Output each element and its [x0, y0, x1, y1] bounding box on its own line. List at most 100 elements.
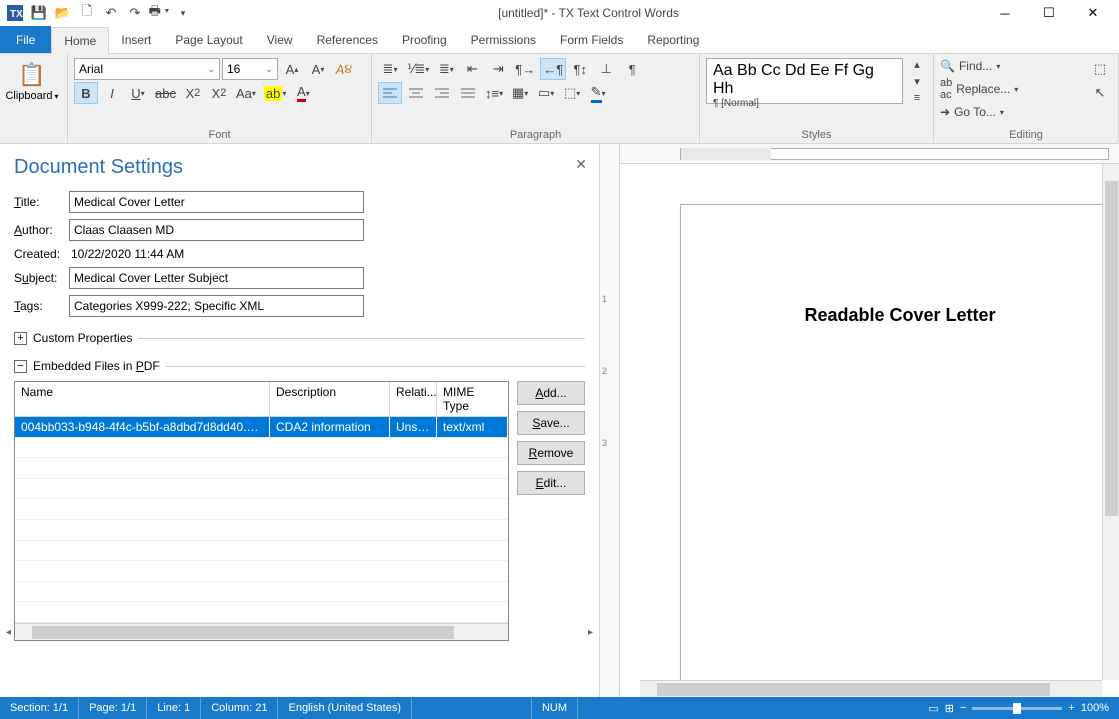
superscript-button[interactable]: X2 — [207, 82, 231, 104]
decrease-indent-button[interactable]: ⇤ — [460, 58, 484, 80]
status-section[interactable]: Section: 1/1 — [0, 697, 79, 719]
edit-button[interactable]: Edit... — [517, 471, 585, 495]
align-right-button[interactable] — [430, 82, 454, 104]
shading-button[interactable]: ▦ ▾ — [508, 82, 532, 104]
style-more-icon[interactable]: ≡ — [907, 91, 927, 105]
align-justify-button[interactable] — [456, 82, 480, 104]
status-line[interactable]: Line: 1 — [147, 697, 201, 719]
status-num[interactable]: NUM — [532, 697, 578, 719]
view-page-icon[interactable]: ▭ — [928, 702, 938, 715]
strike-button[interactable]: abc — [152, 82, 179, 104]
add-button[interactable]: Add... — [517, 381, 585, 405]
rtl-button[interactable]: ←¶ — [540, 58, 566, 80]
document-page[interactable]: Readable Cover Letter — [680, 204, 1119, 697]
status-page[interactable]: Page: 1/1 — [79, 697, 147, 719]
align-left-button[interactable] — [378, 82, 402, 104]
custom-props-header[interactable]: +Custom Properties — [14, 331, 585, 345]
zoom-out-button[interactable]: − — [960, 702, 966, 714]
change-case-button[interactable]: Aa ▾ — [233, 82, 259, 104]
vertical-ruler[interactable]: 123 — [600, 144, 620, 697]
close-button[interactable]: ✕ — [1071, 0, 1115, 26]
grid-body[interactable]: 004bb033-b948-4f4c-b5bf-a8dbd7d8dd40.xml… — [15, 417, 508, 623]
zoom-value[interactable]: 100% — [1081, 702, 1109, 714]
show-marks-button[interactable]: ¶ — [620, 58, 644, 80]
find-button[interactable]: 🔍Find... ▾ — [940, 58, 1084, 74]
scroll-thumb[interactable] — [657, 683, 1050, 696]
document-viewport[interactable]: Readable Cover Letter — [620, 144, 1119, 697]
style-down-icon[interactable]: ▾ — [907, 74, 927, 89]
tab-proofing[interactable]: Proofing — [390, 26, 459, 53]
maximize-button[interactable]: ☐ — [1027, 0, 1071, 26]
font-name-combo[interactable]: Arial⌄ — [74, 58, 220, 80]
sort-button[interactable]: ¶↕ — [568, 58, 592, 80]
scroll-left-icon[interactable]: ◂ — [14, 624, 17, 641]
col-name[interactable]: Name — [15, 382, 270, 417]
goto-button[interactable]: ➜Go To... ▾ — [940, 104, 1084, 120]
tabs-button[interactable]: ⊥ — [594, 58, 618, 80]
redo-icon[interactable]: ↷ — [124, 2, 146, 24]
doc-hscroll[interactable] — [640, 680, 1102, 697]
subject-input[interactable] — [69, 267, 364, 289]
app-icon[interactable]: TX — [4, 2, 26, 24]
tab-insert[interactable]: Insert — [109, 26, 163, 53]
grow-font-button[interactable]: A▴ — [280, 58, 304, 80]
tab-file[interactable]: File — [0, 26, 51, 53]
col-desc[interactable]: Description — [270, 382, 390, 417]
grid-hscroll[interactable]: ◂ ▸ — [15, 623, 508, 640]
tags-input[interactable] — [69, 295, 364, 317]
view-web-icon[interactable]: ⊞ — [945, 702, 954, 715]
status-column[interactable]: Column: 21 — [201, 697, 278, 719]
open-icon[interactable]: 📂 — [52, 2, 74, 24]
save-icon[interactable]: 💾 — [28, 2, 50, 24]
numbering-button[interactable]: ⅟≣ ▾ — [404, 58, 432, 80]
qat-more-icon[interactable]: ▾ — [172, 2, 194, 24]
clear-format-button[interactable]: A૪ — [332, 58, 356, 80]
bullets-button[interactable]: ≣ ▾ — [378, 58, 402, 80]
ltr-button[interactable]: ¶→ — [512, 58, 538, 80]
borders-button[interactable]: ▭ ▾ — [534, 82, 558, 104]
tab-reporting[interactable]: Reporting — [635, 26, 711, 53]
increase-indent-button[interactable]: ⇥ — [486, 58, 510, 80]
scroll-thumb[interactable] — [1105, 181, 1118, 516]
style-preview[interactable]: Aa Bb Cc Dd Ee Ff Gg Hh ¶ [Normal] — [706, 58, 903, 104]
tab-permissions[interactable]: Permissions — [459, 26, 548, 53]
save-button[interactable]: Save... — [517, 411, 585, 435]
style-up-icon[interactable]: ▴ — [907, 57, 927, 72]
print-icon[interactable]: 🖶 ▾ — [148, 2, 170, 24]
replace-button[interactable]: abacReplace... ▾ — [940, 76, 1084, 102]
tab-home[interactable]: Home — [51, 27, 109, 54]
subscript-button[interactable]: X2 — [181, 82, 205, 104]
embedded-files-header[interactable]: −Embedded Files in PDF — [14, 359, 585, 373]
font-size-combo[interactable]: 16⌄ — [222, 58, 278, 80]
col-rel[interactable]: Relati... — [390, 382, 437, 417]
doc-vscroll[interactable] — [1102, 164, 1119, 680]
italic-button[interactable]: I — [100, 82, 124, 104]
border-color-button[interactable]: ✎ ▾ — [586, 82, 610, 104]
tab-page-layout[interactable]: Page Layout — [163, 26, 254, 53]
highlight-button[interactable]: ab ▾ — [261, 82, 289, 104]
clipboard-button[interactable]: 📋 Clipboard▾ — [6, 58, 58, 102]
table-row[interactable]: 004bb033-b948-4f4c-b5bf-a8dbd7d8dd40.xml… — [15, 417, 508, 437]
frame-button[interactable]: ⬚ ▾ — [560, 82, 584, 104]
status-language[interactable]: English (United States) — [278, 697, 412, 719]
shrink-font-button[interactable]: A▾ — [306, 58, 330, 80]
tab-references[interactable]: References — [305, 26, 390, 53]
undo-icon[interactable]: ↶ — [100, 2, 122, 24]
pointer-icon[interactable]: ↖ — [1088, 82, 1112, 104]
line-spacing-button[interactable]: ↕≡ ▾ — [482, 82, 506, 104]
tab-view[interactable]: View — [255, 26, 305, 53]
panel-close-button[interactable]: ✕ — [575, 156, 587, 173]
select-icon[interactable]: ⬚ — [1088, 58, 1112, 80]
align-center-button[interactable] — [404, 82, 428, 104]
zoom-in-button[interactable]: + — [1068, 702, 1074, 714]
font-color-button[interactable]: A ▾ — [291, 82, 315, 104]
multilevel-button[interactable]: ≣ ▾ — [434, 58, 458, 80]
tab-form-fields[interactable]: Form Fields — [548, 26, 635, 53]
title-input[interactable] — [69, 191, 364, 213]
col-mime[interactable]: MIME Type — [437, 382, 508, 417]
underline-button[interactable]: U ▾ — [126, 82, 150, 104]
minimize-button[interactable]: ─ — [983, 0, 1027, 26]
remove-button[interactable]: Remove — [517, 441, 585, 465]
new-icon[interactable]: 🗋 — [76, 2, 98, 24]
bold-button[interactable]: B — [74, 82, 98, 104]
